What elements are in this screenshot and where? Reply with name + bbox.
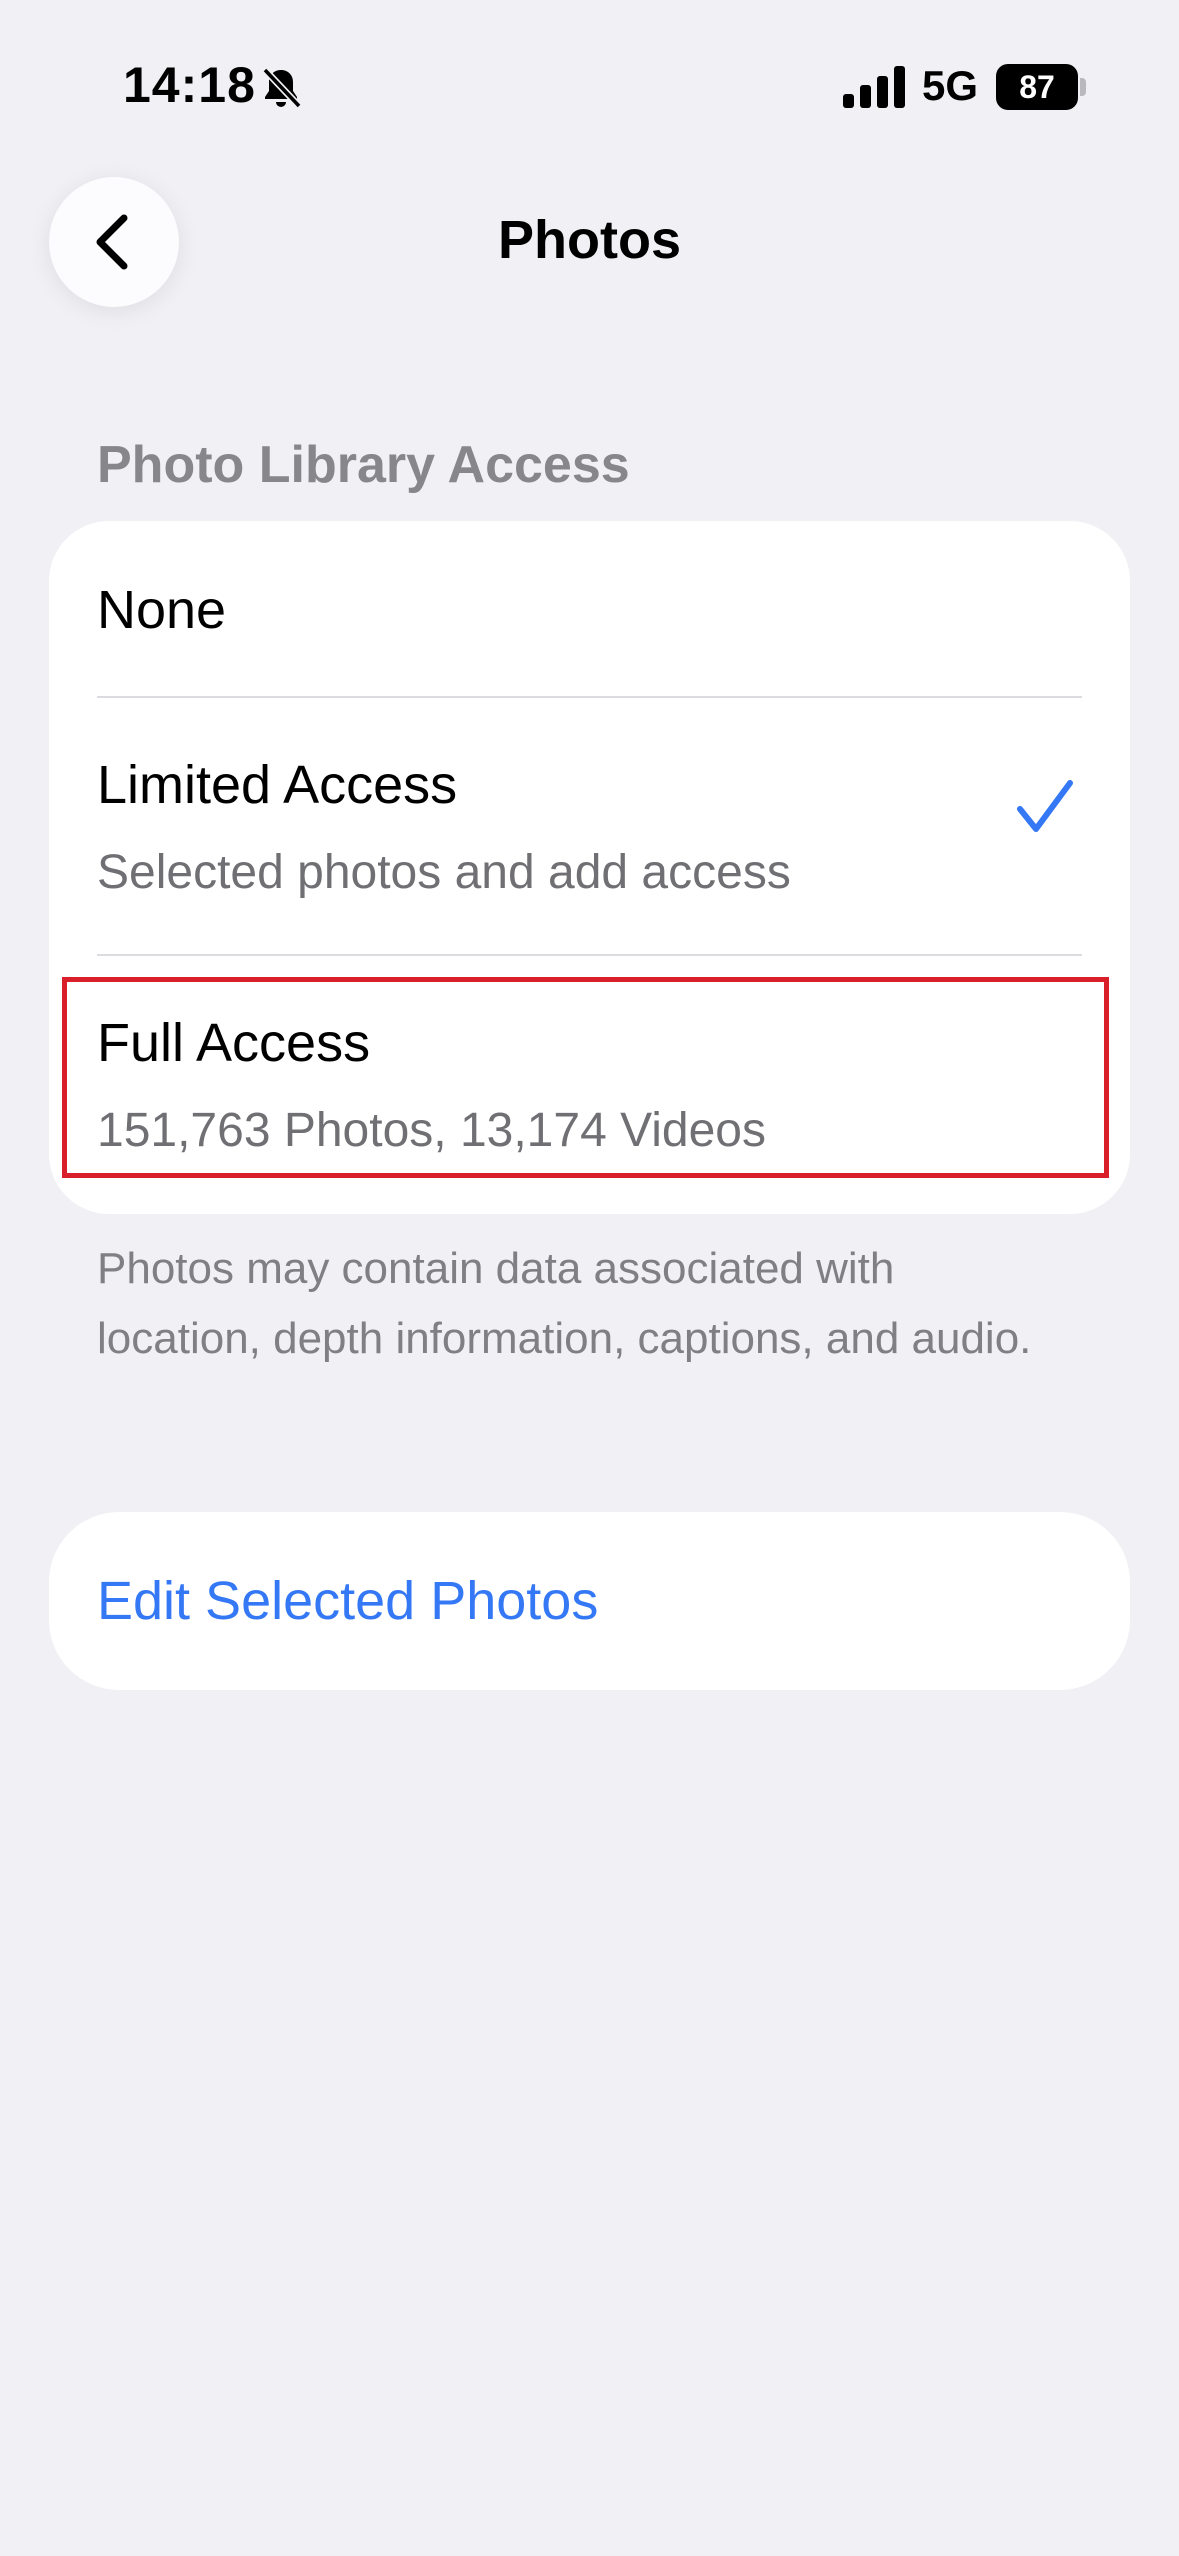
- battery-cap: [1080, 78, 1086, 96]
- bell-slash-icon: [262, 67, 302, 109]
- access-options-list: None Limited Access Selected photos and …: [49, 521, 1130, 1214]
- page-title: Photos: [498, 210, 681, 270]
- option-limited-access[interactable]: Limited Access Selected photos and add a…: [49, 697, 1130, 955]
- battery-level: 87: [1019, 69, 1055, 105]
- edit-selected-photos-button[interactable]: Edit Selected Photos: [49, 1512, 1130, 1690]
- battery-icon: 87: [996, 64, 1078, 110]
- cellular-signal-icon: [843, 66, 905, 108]
- option-full-subtitle: 151,763 Photos, 13,174 Videos: [97, 1104, 766, 1157]
- network-label: 5G: [922, 62, 979, 109]
- option-limited-subtitle: Selected photos and add access: [97, 846, 791, 899]
- checkmark-icon: [1017, 780, 1073, 832]
- section-header: Photo Library Access: [97, 436, 630, 494]
- option-full-access[interactable]: Full Access 151,763 Photos, 13,174 Video…: [49, 955, 1130, 1214]
- status-time: 14:18: [123, 57, 256, 113]
- status-bar: 14:18 5G 87: [0, 0, 1179, 170]
- footer-note: Photos may contain data associated with …: [97, 1244, 1032, 1363]
- option-none-title: None: [97, 580, 227, 640]
- option-limited-title: Limited Access: [97, 755, 458, 815]
- edit-selected-photos-label: Edit Selected Photos: [97, 1571, 599, 1631]
- option-none[interactable]: None: [49, 521, 1130, 697]
- option-full-title: Full Access: [97, 1013, 371, 1073]
